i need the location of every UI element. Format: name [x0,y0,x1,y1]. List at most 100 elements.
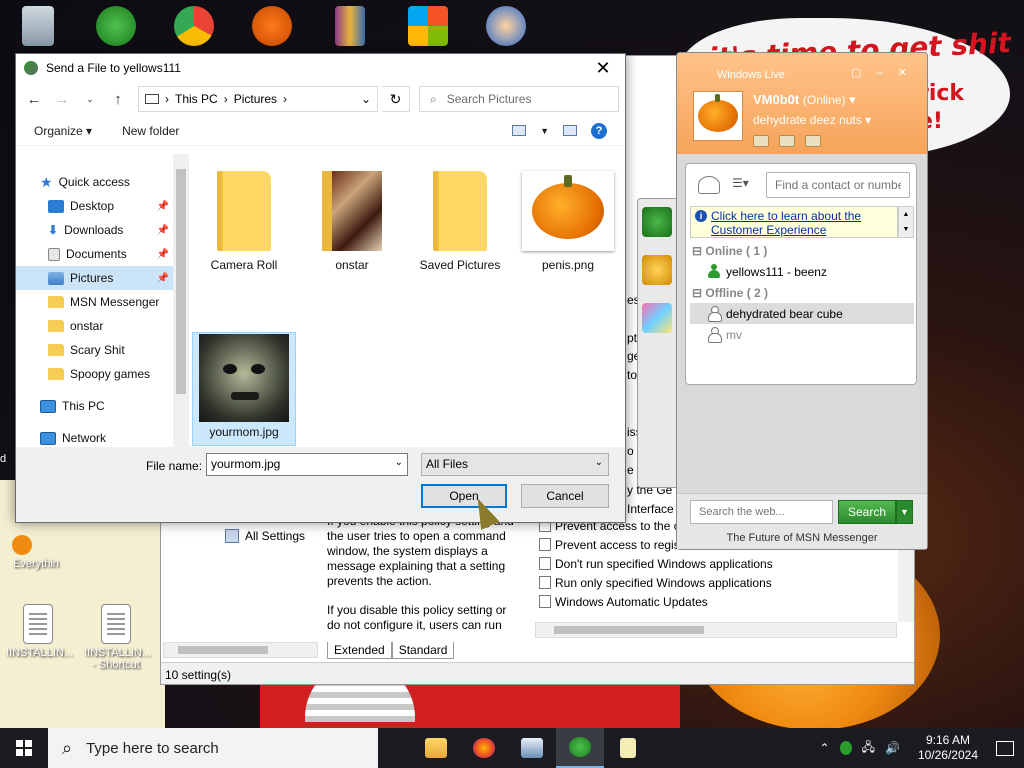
view-dropdown-icon[interactable]: ▼ [540,126,549,136]
banner-scroll[interactable]: ▲ ▼ [898,206,914,238]
taskbar-file-explorer[interactable] [412,728,460,768]
breadcrumb-this-pc[interactable]: This PC [175,92,218,106]
file-type-select[interactable]: All Files ⌄ [421,453,609,476]
folder-icon[interactable] [779,135,795,147]
desktop-icon-everything[interactable]: Everythin [4,535,68,570]
tab-standard[interactable]: Standard [391,642,455,659]
tab-extended[interactable]: Extended [327,642,392,659]
navigation-scrollbar[interactable] [173,154,189,449]
games-icon[interactable] [642,303,672,333]
policy-row[interactable]: Run only specified Windows applications [539,573,909,592]
customer-experience-banner: i Click here to learn about the Customer… [690,206,898,238]
contact-item[interactable]: dehydrated bear cube [690,303,914,324]
close-icon[interactable]: ✕ [581,54,625,82]
folder-with-image-icon [322,171,382,251]
nav-desktop[interactable]: Desktop 📌 [16,194,173,218]
search-button[interactable]: Search [838,500,896,524]
display-name[interactable]: VM0b0t (Online) ▾ [753,92,856,108]
search-pictures-box[interactable]: ⌕ Search Pictures [419,86,619,112]
taskbar-search[interactable]: ⌕ Type here to search [48,728,378,768]
start-button[interactable] [0,728,48,768]
customer-experience-link[interactable]: Click here to learn about the Customer E… [711,209,861,237]
desktop-icon-chrome[interactable] [162,6,226,49]
cancel-button[interactable]: Cancel [521,484,609,508]
buddy-icon[interactable] [642,207,672,237]
game-character-icon [486,6,526,46]
preview-pane-icon[interactable] [563,125,577,136]
file-item-camera-roll[interactable]: Camera Roll [192,166,296,272]
file-item-saved-pictures[interactable]: Saved Pictures [408,166,512,272]
search-dropdown-icon[interactable]: ▼ [896,500,913,524]
desktop-icon-windows-app[interactable] [396,6,460,49]
desktop-icon-installer-shortcut[interactable]: !INSTALLIN... - Shortcut [84,604,151,671]
nav-this-pc[interactable]: This PC [16,394,173,418]
desktop-icon-recycle-bin[interactable] [6,6,70,49]
bell-icon[interactable] [642,255,672,285]
file-item-yourmom-jpg[interactable]: yourmom.jpg [192,332,296,446]
group-online[interactable]: ⊟ Online ( 1 ) [692,244,767,258]
avatar[interactable] [693,91,743,141]
contact-item[interactable]: mv [690,324,914,345]
nav-onstar[interactable]: onstar [16,314,173,338]
chevron-up-icon[interactable]: ⌃ [820,741,830,755]
tree-hscrollbar[interactable] [163,642,318,658]
up-arrow-icon[interactable]: ↑ [106,91,130,108]
nav-documents[interactable]: Documents 📌 [16,242,173,266]
personal-message[interactable]: dehydrate deez nuts ▾ [753,113,871,127]
tree-item-all-settings[interactable]: All Settings [225,529,305,543]
file-name-input[interactable]: yourmom.jpg ⌄ [206,453,408,476]
breadcrumb-pictures[interactable]: Pictures [234,92,277,106]
address-bar[interactable]: › This PC › Pictures › ⌄ [138,86,378,112]
pin-icon: 📌 [156,248,169,260]
policy-description: If you enable this policy setting and th… [327,514,514,632]
list-hscrollbar[interactable] [535,622,897,638]
nav-msn-messenger[interactable]: MSN Messenger [16,290,173,314]
desktop-icon-game[interactable] [474,6,538,49]
add-contact-icon[interactable] [698,176,720,194]
recent-dropdown-icon[interactable]: ⌄ [78,94,102,105]
desktop-icon-installer[interactable]: !INSTALLIN... [6,604,73,659]
taskbar-firefox[interactable] [460,728,508,768]
network-icon[interactable]: 🖧 [862,738,875,759]
find-contact-input[interactable] [766,172,910,198]
policy-row[interactable]: Don't run specified Windows applications [539,554,909,573]
desktop-icon-archive[interactable] [318,6,382,49]
file-item-onstar[interactable]: onstar [300,166,404,272]
nav-scary-shit[interactable]: Scary Shit [16,338,173,362]
taskbar-policy-editor[interactable] [508,728,556,768]
pin-icon: 📌 [156,200,169,212]
chevron-down-icon[interactable]: ⌄ [395,457,403,468]
group-offline[interactable]: ⊟ Offline ( 2 ) [692,286,768,300]
nav-quick-access[interactable]: ★ Quick access [16,170,173,194]
file-item-penis-png[interactable]: penis.png [516,166,620,272]
mail-icon[interactable] [753,135,769,147]
desktop-icon-messenger[interactable] [84,6,148,49]
spaces-icon[interactable] [805,135,821,147]
taskbar-messenger[interactable] [556,728,604,768]
forward-arrow-icon[interactable]: → [50,91,74,108]
nav-pictures[interactable]: Pictures 📌 [16,266,173,290]
policy-row[interactable]: Windows Automatic Updates [539,592,909,611]
new-folder-button[interactable]: New folder [122,124,179,138]
volume-icon[interactable]: 🔊 [885,741,900,755]
notification-icon[interactable] [996,740,1014,756]
address-dropdown-icon[interactable]: ⌄ [361,92,371,106]
view-options-icon[interactable]: ☰▾ [732,176,749,190]
taskbar-notepad[interactable] [604,728,652,768]
messenger-tray-icon[interactable] [839,741,852,755]
scrollbar-thumb[interactable] [176,169,186,394]
organize-button[interactable]: Organize ▾ [34,124,92,138]
web-search-input[interactable] [690,500,833,524]
view-mode-icon[interactable] [512,125,527,136]
desktop-icon-p-app[interactable] [240,6,304,49]
nav-spoopy-games[interactable]: Spoopy games [16,362,173,386]
nav-downloads[interactable]: ⬇ Downloads 📌 [16,218,173,242]
refresh-icon[interactable]: ↻ [382,86,410,112]
open-button[interactable]: Open [421,484,507,508]
window-controls[interactable]: ▢ – ✕ [851,66,913,79]
back-arrow-icon[interactable]: ← [22,91,46,108]
help-icon[interactable]: ? [591,122,607,139]
contact-item[interactable]: yellows111 - beenz [690,261,914,282]
network-icon [40,431,56,445]
clock[interactable]: 9:16 AM 10/26/2024 [918,733,978,763]
